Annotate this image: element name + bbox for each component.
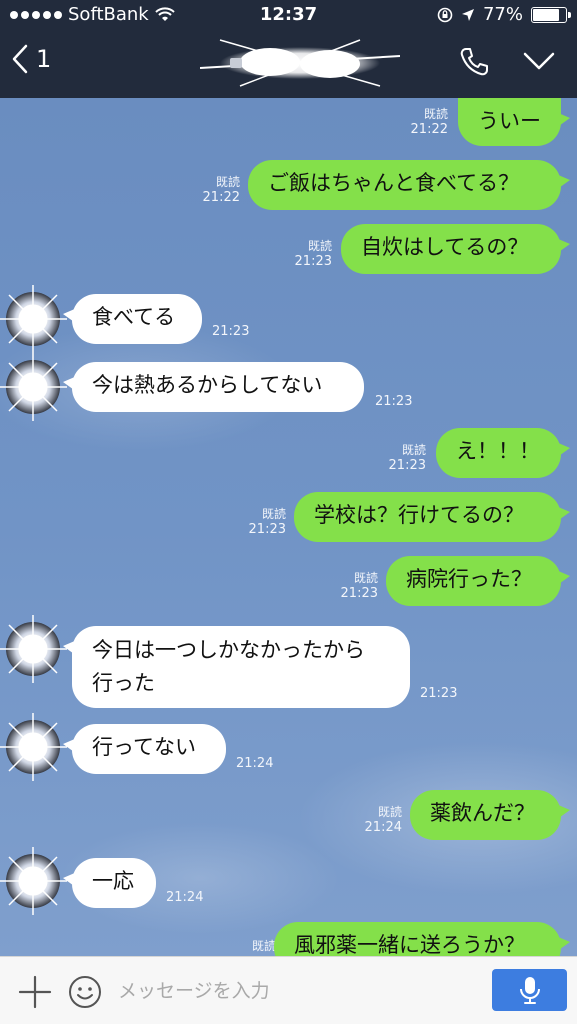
call-button[interactable] xyxy=(458,46,490,82)
status-bar: SoftBank 12:37 77% xyxy=(0,0,577,30)
message-input-bar xyxy=(0,956,577,1024)
microphone-icon xyxy=(519,977,540,1004)
back-unread-count: 1 xyxy=(36,45,52,73)
contact-name-obscured xyxy=(199,38,401,88)
chevron-down-icon xyxy=(523,52,555,70)
rotation-lock-icon xyxy=(437,7,453,22)
plus-icon xyxy=(18,975,52,1009)
status-right: 77% xyxy=(437,4,571,25)
menu-dropdown-button[interactable] xyxy=(522,50,556,76)
chat-header: 1 xyxy=(0,30,577,98)
add-attachment-button[interactable] xyxy=(18,975,52,1013)
back-button[interactable]: 1 xyxy=(12,44,51,74)
emoji-button[interactable] xyxy=(68,975,102,1013)
battery-icon xyxy=(531,6,571,23)
chat-area[interactable]: 既読 21:22 ういー 既読 21:22 ご飯はちゃんと食べてる？ 既読 21… xyxy=(0,98,577,956)
message-input[interactable] xyxy=(118,973,468,1009)
location-icon xyxy=(461,8,474,21)
phone-icon xyxy=(460,48,488,76)
battery-percent: 77% xyxy=(482,4,523,25)
avatar-redaction-glare xyxy=(0,285,67,915)
redaction-glare-icon xyxy=(199,39,401,87)
voice-input-button[interactable] xyxy=(492,969,567,1011)
chevron-left-icon xyxy=(12,44,28,74)
smiley-icon xyxy=(69,976,101,1008)
